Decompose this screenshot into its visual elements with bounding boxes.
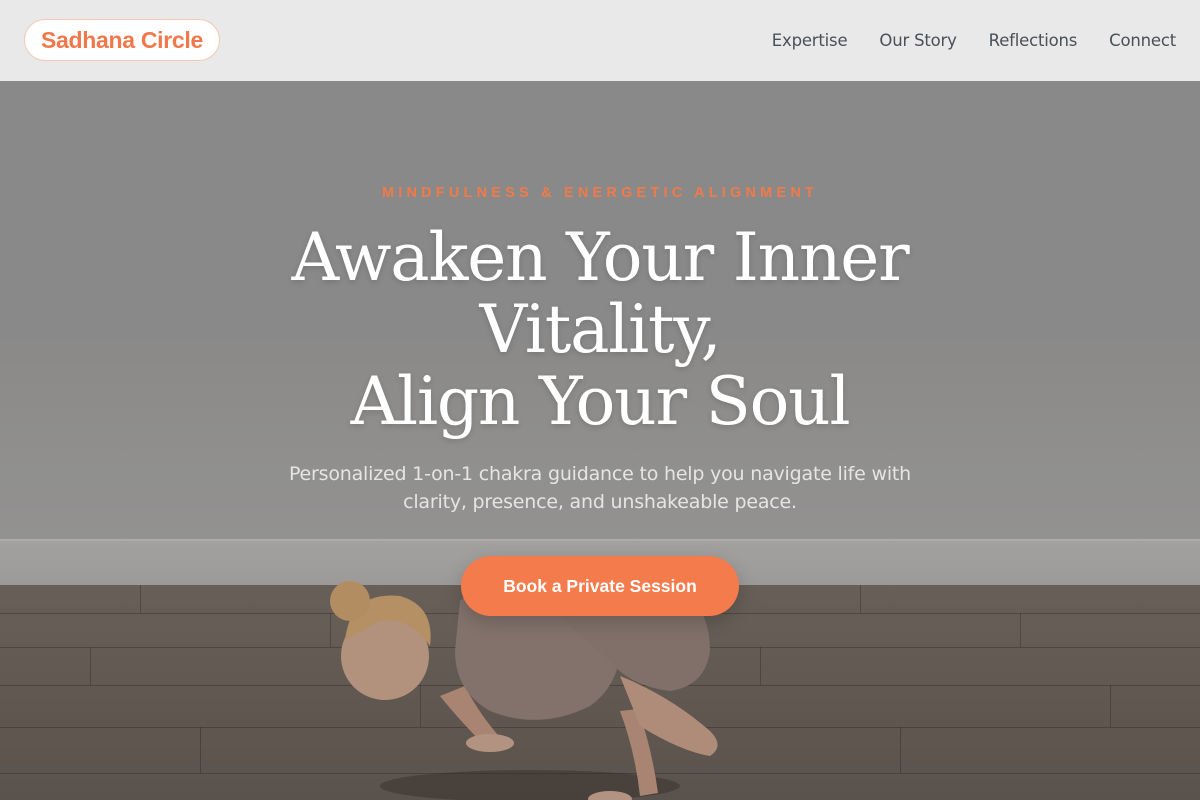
brand-logo[interactable]: Sadhana Circle [24, 19, 220, 61]
hero-subtext: Personalized 1-on-1 chakra guidance to h… [288, 463, 912, 513]
site-header: Sadhana Circle Expertise Our Story Refle… [0, 0, 1200, 81]
nav-link-expertise[interactable]: Expertise [772, 31, 848, 50]
nav-link-connect[interactable]: Connect [1109, 31, 1176, 50]
main-nav: Expertise Our Story Reflections Connect [740, 0, 1176, 81]
nav-link-our-story[interactable]: Our Story [879, 31, 956, 50]
book-session-button[interactable]: Book a Private Session [461, 556, 739, 616]
nav-link-reflections[interactable]: Reflections [989, 31, 1078, 50]
hero-headline-line-2: Vitality, [479, 291, 722, 368]
hero-headline: Awaken Your Inner Vitality, Align Your S… [200, 222, 1000, 438]
hero-headline-line-1: Awaken Your Inner [291, 219, 910, 296]
hero-headline-line-3: Align Your Soul [350, 363, 851, 440]
hero-eyebrow: MINDFULNESS & ENERGETIC ALIGNMENT [381, 185, 819, 201]
